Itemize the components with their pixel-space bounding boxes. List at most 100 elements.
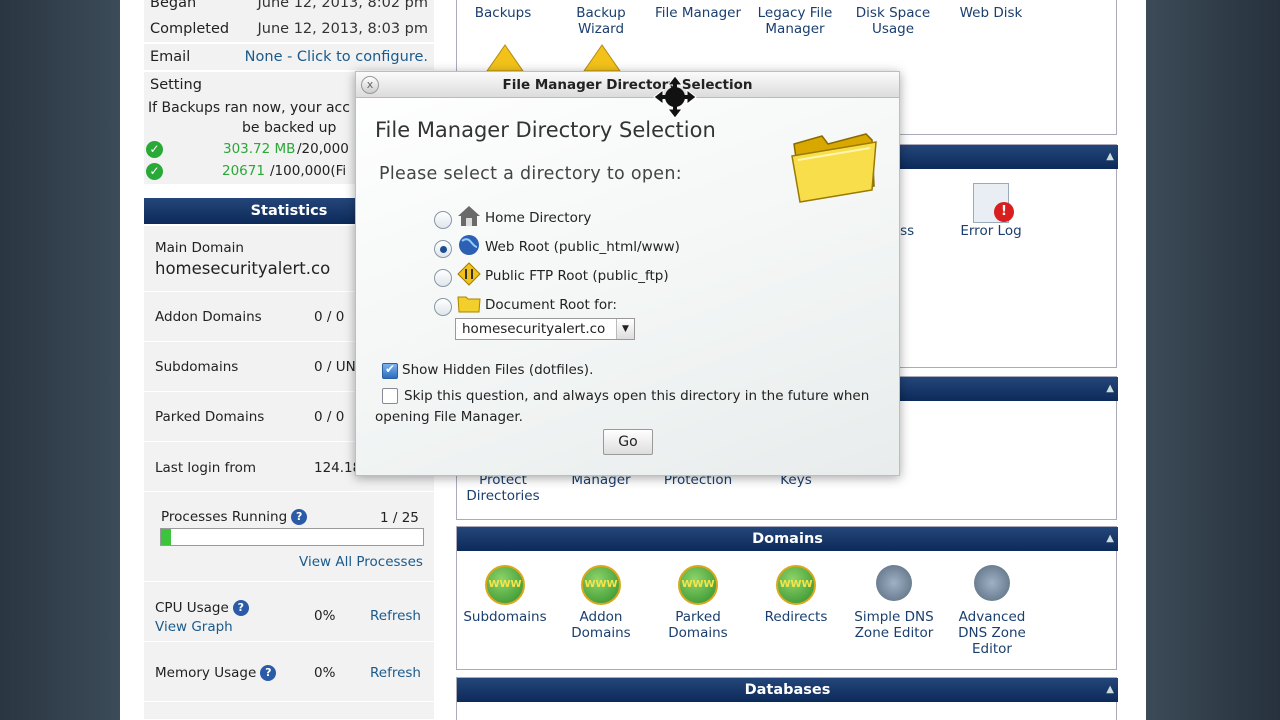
www-globe-icon: WWW <box>678 565 718 605</box>
simple-dns-label: Simple DNS Zone Editor <box>854 609 934 641</box>
began-label: Began <box>150 0 197 11</box>
email-configure-link[interactable]: None - Click to configure. <box>245 49 428 65</box>
main-domain-value: homesecurityalert.co <box>155 259 331 278</box>
advanced-dns-label: Advanced DNS Zone Editor <box>958 609 1026 657</box>
databases-section: Databases ▲ <box>456 677 1118 720</box>
help-icon[interactable]: ? <box>232 600 249 616</box>
collapse-icon[interactable]: ▲ <box>1106 527 1114 551</box>
web-disk-label: Web Disk <box>959 5 1023 21</box>
www-globe-icon: WWW <box>776 565 816 605</box>
dialog-titlebar[interactable]: File Manager Directory Selection <box>356 72 899 98</box>
move-cursor-icon <box>653 75 697 119</box>
protect-directories-item[interactable]: Protect Directories <box>455 472 551 504</box>
addon-value: 0 / 0 <box>314 309 345 325</box>
help-icon[interactable]: ? <box>260 665 277 681</box>
skip-question-label-line2: opening File Manager. <box>375 409 523 425</box>
backup-files-limit: /100,000(Fi <box>270 163 347 179</box>
domain-select-value: homesecurityalert.co <box>462 321 606 337</box>
legacy-file-manager-item[interactable]: Legacy File Manager <box>747 5 843 37</box>
memory-label: Memory Usage? <box>155 665 277 681</box>
domains-title: Domains <box>752 531 823 547</box>
document-root-domain-select[interactable]: homesecurityalert.co ▼ <box>455 318 635 340</box>
memory-value: 0% <box>314 665 336 681</box>
web-root-radio[interactable] <box>434 240 452 258</box>
processes-progress-bar <box>160 528 424 546</box>
addon-domains-label: Addon Domains <box>571 609 631 641</box>
backup-message-line1: If Backups ran now, your acc <box>148 100 350 116</box>
cpu-value: 0% <box>314 608 336 624</box>
skip-question-label-line1: Skip this question, and always open this… <box>404 388 870 404</box>
document-root-radio[interactable] <box>434 298 452 316</box>
redirects-label: Redirects <box>764 609 828 625</box>
parked-domains-item[interactable]: WWW Parked Domains <box>650 565 746 641</box>
login-label: Last login from <box>155 460 257 476</box>
house-icon <box>458 206 480 226</box>
subdomains-label: Subdomains <box>463 609 547 625</box>
folder-icon <box>791 133 877 203</box>
error-log-label: Error Log <box>960 223 1022 239</box>
backup-message-line2: be backed up <box>242 120 337 136</box>
collapse-icon[interactable]: ▲ <box>1106 377 1114 401</box>
disk-space-usage-item[interactable]: Disk Space Usage <box>845 5 941 37</box>
show-hidden-files-checkbox[interactable] <box>382 362 398 379</box>
databases-title: Databases <box>744 682 831 698</box>
background-left <box>0 0 120 720</box>
addon-domains-item[interactable]: WWW Addon Domains <box>553 565 649 641</box>
backup-wizard-item[interactable]: Backup Wizard <box>553 5 649 37</box>
cpu-view-graph-link[interactable]: View Graph <box>155 619 233 635</box>
backup-wizard-label: Backup Wizard <box>576 5 626 37</box>
file-manager-item[interactable]: File Manager <box>650 5 746 21</box>
backup-files-value: 20671 <box>222 163 265 179</box>
setting-label: Setting <box>150 77 202 93</box>
home-directory-label: Home Directory <box>485 210 592 226</box>
skip-question-checkbox[interactable] <box>382 388 398 404</box>
legacy-file-manager-label: Legacy File Manager <box>757 5 833 37</box>
advanced-dns-zone-editor-item[interactable]: Advanced DNS Zone Editor <box>944 565 1040 657</box>
backup-size-limit: /20,000 <box>297 141 349 157</box>
parked-domains-label: Parked Domains <box>668 609 728 641</box>
www-globe-icon: WWW <box>485 565 525 605</box>
public-ftp-radio[interactable] <box>434 269 452 287</box>
backup-completed-row: Completed June 12, 2013, 8:03 pm <box>144 16 434 43</box>
chevron-down-icon: ▼ <box>616 319 634 339</box>
check-icon: ✓ <box>146 141 163 158</box>
ftp-warning-icon <box>583 44 621 72</box>
memory-label-text: Memory Usage <box>155 665 257 681</box>
file-manager-label: File Manager <box>654 5 742 21</box>
simple-dns-zone-editor-item[interactable]: Simple DNS Zone Editor <box>846 565 942 641</box>
main-domain-label: Main Domain <box>155 240 244 256</box>
processes-value: 1 / 25 <box>380 510 419 526</box>
ftp-arrows-icon <box>457 262 481 286</box>
parked-label: Parked Domains <box>155 409 265 425</box>
redirects-item[interactable]: WWW Redirects <box>748 565 844 625</box>
close-icon[interactable]: x <box>361 76 379 94</box>
cpu-label: CPU Usage? <box>155 600 249 616</box>
stat-cpu: CPU Usage? View Graph 0% Refresh <box>144 582 434 642</box>
view-all-processes-link[interactable]: View All Processes <box>299 554 423 570</box>
www-globe-icon: WWW <box>581 565 621 605</box>
check-icon: ✓ <box>146 163 163 180</box>
globe-icon <box>459 235 479 255</box>
processes-label-text: Processes Running <box>161 509 288 525</box>
error-log-item[interactable]: ! Error Log <box>943 183 1039 239</box>
processes-label: Processes Running? <box>161 509 308 525</box>
backups-item[interactable]: Backups <box>455 5 551 21</box>
document-root-label: Document Root for: <box>485 297 617 313</box>
sub-value: 0 / UN <box>314 359 356 375</box>
cpu-refresh-link[interactable]: Refresh <box>370 608 421 624</box>
go-button[interactable]: Go <box>603 429 653 455</box>
disk-space-usage-label: Disk Space Usage <box>855 5 931 37</box>
backup-email-row: Email None - Click to configure. <box>144 44 434 71</box>
collapse-icon[interactable]: ▲ <box>1106 678 1114 702</box>
help-icon[interactable]: ? <box>291 509 308 525</box>
domains-section-header: Domains ▲ <box>457 527 1118 551</box>
file-manager-directory-dialog: File Manager Directory Selection x File … <box>355 71 900 476</box>
memory-refresh-link[interactable]: Refresh <box>370 665 421 681</box>
home-directory-radio[interactable] <box>434 211 452 229</box>
dialog-heading: File Manager Directory Selection <box>375 118 716 142</box>
web-disk-item[interactable]: Web Disk <box>943 5 1039 21</box>
sub-label: Subdomains <box>155 359 239 375</box>
collapse-icon[interactable]: ▲ <box>1106 145 1114 169</box>
subdomains-item[interactable]: WWW Subdomains <box>457 565 553 625</box>
dialog-prompt: Please select a directory to open: <box>379 164 682 184</box>
